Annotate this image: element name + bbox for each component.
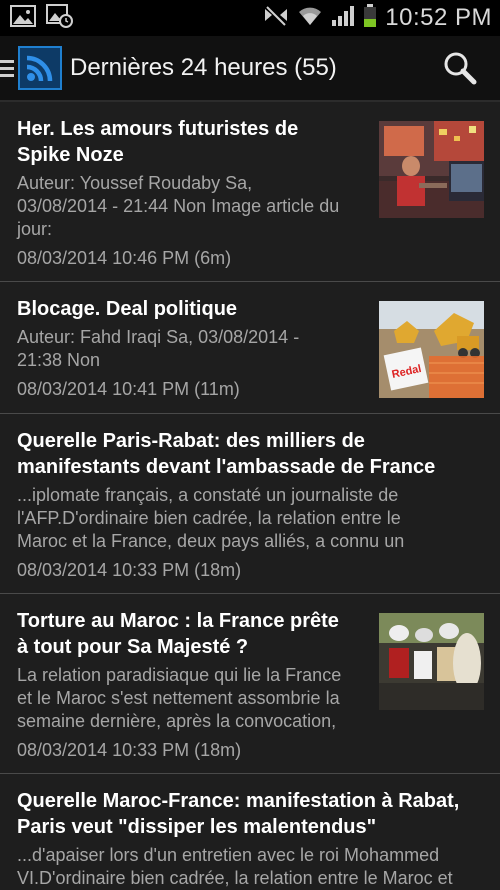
article-date: 08/03/2014 10:41 PM (11m) <box>17 379 240 399</box>
article-snippet: Auteur: Fahd Iraqi Sa, 03/08/2014 - 21:3… <box>17 327 300 370</box>
action-bar: Dernières 24 heures (55) <box>0 36 500 102</box>
article-thumbnail <box>379 121 484 218</box>
list-item[interactable]: Querelle Paris-Rabat: des milliers de ma… <box>0 414 500 594</box>
search-icon[interactable] <box>442 50 478 86</box>
article-snippet: Auteur: Youssef Roudaby Sa, 03/08/2014 -… <box>17 173 340 239</box>
hamburger-icon[interactable] <box>0 59 14 77</box>
alarm-image-icon <box>46 3 74 33</box>
signal-icon <box>331 5 355 32</box>
article-title: Querelle Maroc-France: manifestation à R… <box>17 790 460 838</box>
battery-icon <box>363 3 377 33</box>
article-thumbnail <box>379 613 484 710</box>
article-thumbnail: Redal <box>379 301 484 398</box>
article-snippet: ...iplomate français, a constaté un jour… <box>17 485 405 551</box>
article-date: 08/03/2014 10:33 PM (18m) <box>17 740 242 760</box>
no-notifications-icon <box>263 5 289 32</box>
article-title: Querelle Paris-Rabat: des milliers de ma… <box>17 430 436 478</box>
page-title: Dernières 24 heures (55) <box>70 54 337 81</box>
article-title: Her. Les amours futuristes de Spike Noze <box>17 118 299 166</box>
article-snippet: ...d'apaiser lors d'un entretien avec le… <box>17 845 453 888</box>
wifi-icon <box>297 5 323 32</box>
list-item[interactable]: Blocage. Deal politique Auteur: Fahd Ira… <box>0 282 500 414</box>
list-item[interactable]: Querelle Maroc-France: manifestation à R… <box>0 774 500 889</box>
rss-icon[interactable] <box>18 46 62 90</box>
article-title: Blocage. Deal politique <box>17 298 238 320</box>
list-item[interactable]: Her. Les amours futuristes de Spike Noze… <box>0 102 500 282</box>
article-date: 08/03/2014 10:33 PM (18m) <box>17 560 242 580</box>
article-snippet: La relation paradisiaque qui lie la Fran… <box>17 665 342 731</box>
article-title: Torture au Maroc : la France prête à tou… <box>17 610 339 658</box>
article-date: 08/03/2014 10:46 PM (6m) <box>17 248 232 268</box>
status-time: 10:52 PM <box>385 4 492 31</box>
status-bar: 10:52 PM <box>0 0 500 36</box>
image-icon <box>10 4 36 32</box>
list-item[interactable]: Torture au Maroc : la France prête à tou… <box>0 594 500 774</box>
